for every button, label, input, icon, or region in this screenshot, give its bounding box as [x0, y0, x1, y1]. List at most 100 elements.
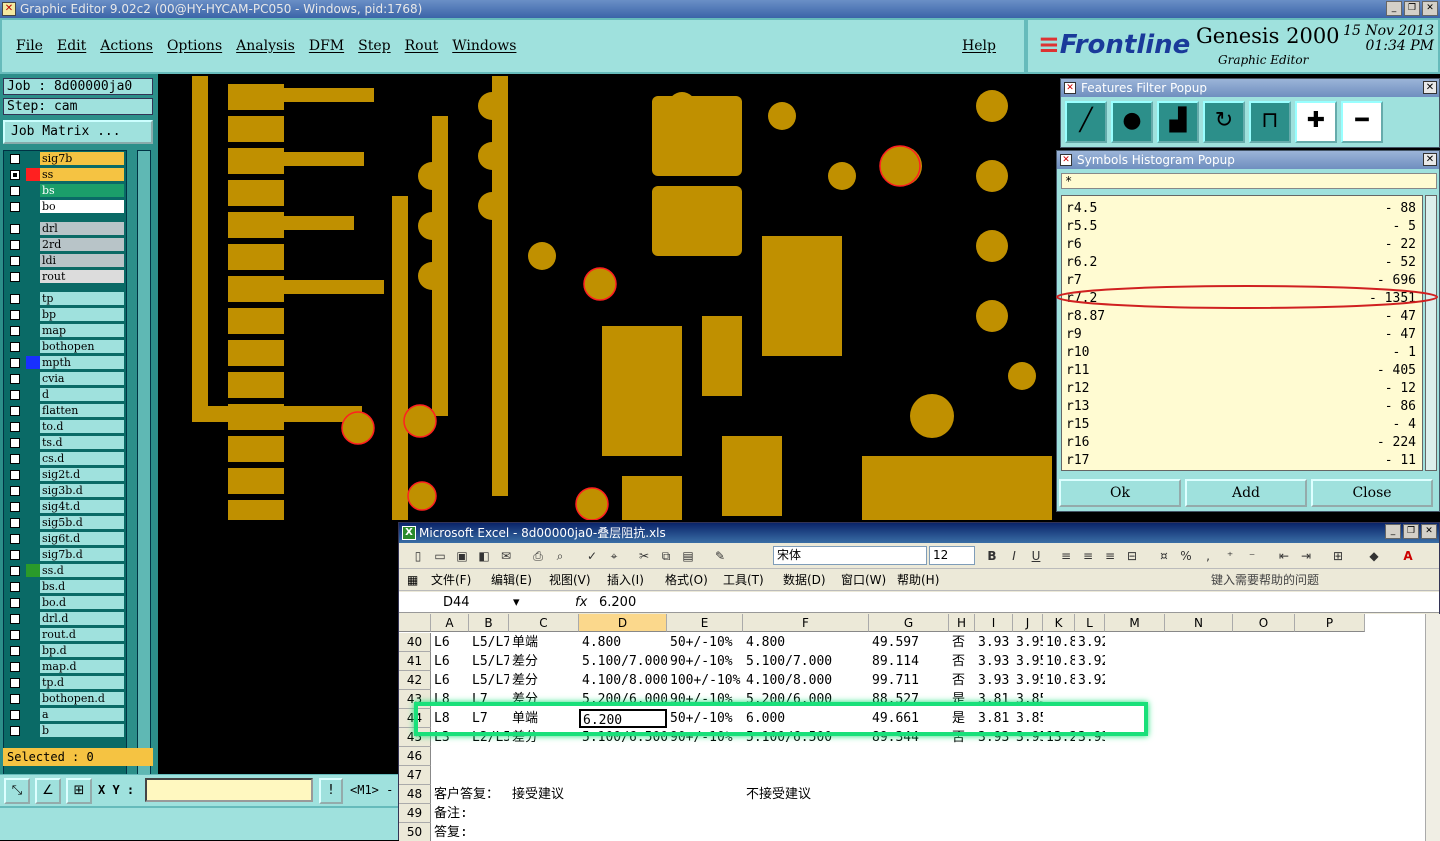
menu-windows[interactable]: Windows — [452, 38, 516, 54]
layer-checkbox[interactable] — [10, 534, 20, 544]
layer-row-bs.d[interactable]: bs.d — [4, 579, 126, 594]
layer-name[interactable]: mpth — [40, 356, 124, 369]
maximize-button[interactable]: ❐ — [1404, 1, 1420, 16]
name-box[interactable]: D44 — [443, 592, 470, 613]
layer-checkbox[interactable] — [10, 342, 20, 352]
histogram-scrollbar[interactable] — [1425, 195, 1437, 471]
column-header-C[interactable]: C — [509, 614, 579, 632]
maximize-button[interactable]: ❐ — [1403, 524, 1419, 539]
currency-icon[interactable]: ¤ — [1155, 547, 1173, 565]
layer-row-ss.d[interactable]: ss.d — [4, 563, 126, 578]
excel-menu-item[interactable]: 文件(F) — [431, 569, 471, 591]
layer-scrollbar[interactable] — [137, 150, 151, 820]
layer-name[interactable]: sig6t.d — [40, 532, 124, 545]
close-button[interactable]: ✕ — [1422, 1, 1438, 16]
layer-name[interactable]: flatten — [40, 404, 124, 417]
layer-checkbox[interactable] — [10, 486, 20, 496]
layer-checkbox[interactable] — [10, 224, 20, 234]
close-icon[interactable]: ✕ — [1423, 81, 1437, 94]
layer-row-bp[interactable]: bp — [4, 307, 126, 322]
cell[interactable]: 否 — [952, 633, 975, 652]
histogram-row[interactable]: r10 - 1 — [1066, 344, 1416, 362]
align-left-icon[interactable]: ≡ — [1057, 547, 1075, 565]
save-icon[interactable]: ▣ — [453, 547, 471, 565]
layer-row-rout[interactable]: rout — [4, 269, 126, 284]
cell[interactable]: 不接受建议 — [746, 785, 869, 804]
cell[interactable]: 100+/-10% — [670, 671, 743, 690]
layer-row-bp.d[interactable]: bp.d — [4, 643, 126, 658]
comma-icon[interactable]: , — [1199, 547, 1217, 565]
layer-row-sig4t.d[interactable]: sig4t.d — [4, 499, 126, 514]
cell[interactable]: 10.8 — [1046, 671, 1075, 690]
layer-row-sig3b.d[interactable]: sig3b.d — [4, 483, 126, 498]
layer-row-drl[interactable]: drl — [4, 221, 126, 236]
layer-checkbox[interactable] — [10, 170, 20, 180]
layer-checkbox[interactable] — [10, 598, 20, 608]
column-header-E[interactable]: E — [667, 614, 743, 632]
layer-name[interactable]: bo.d — [40, 596, 124, 609]
xy-input[interactable] — [145, 778, 313, 802]
increase-indent-icon[interactable]: ⇥ — [1297, 547, 1315, 565]
layer-checkbox[interactable] — [10, 406, 20, 416]
layer-name[interactable]: rout — [40, 270, 124, 283]
layer-row-map[interactable]: map — [4, 323, 126, 338]
column-header-A[interactable]: A — [431, 614, 469, 632]
histogram-row[interactable]: r9 - 47 — [1066, 326, 1416, 344]
cell[interactable]: 差分 — [512, 652, 579, 671]
layer-name[interactable]: bs.d — [40, 580, 124, 593]
layer-row-2rd[interactable]: 2rd — [4, 237, 126, 252]
line-filter-icon[interactable]: ╱ — [1065, 101, 1107, 143]
layer-name[interactable]: to.d — [40, 420, 124, 433]
layer-row-d[interactable]: d — [4, 387, 126, 402]
layer-checkbox[interactable] — [10, 630, 20, 640]
alert-icon[interactable]: ! — [319, 778, 343, 804]
column-header-O[interactable]: O — [1233, 614, 1295, 632]
column-header-B[interactable]: B — [469, 614, 509, 632]
cell[interactable]: L6 — [434, 671, 469, 690]
cell[interactable]: 备注: — [434, 804, 634, 823]
layer-name[interactable]: map — [40, 324, 124, 337]
layer-row-drl.d[interactable]: drl.d — [4, 611, 126, 626]
column-header-H[interactable]: H — [949, 614, 975, 632]
column-header-P[interactable]: P — [1295, 614, 1365, 632]
cell[interactable]: 4.100/8.000 — [582, 671, 667, 690]
help-question-input[interactable]: 键入需要帮助的问题 — [1211, 571, 1391, 589]
layer-row-bo.d[interactable]: bo.d — [4, 595, 126, 610]
excel-menu-item[interactable]: 数据(D) — [783, 569, 826, 591]
cell[interactable]: L6 — [434, 652, 469, 671]
font-name-select[interactable]: 宋体 — [773, 546, 927, 565]
histogram-row[interactable]: r6 - 22 — [1066, 236, 1416, 254]
print-preview-icon[interactable]: ⌕ — [551, 547, 569, 565]
layer-row-ss[interactable]: ss — [4, 167, 126, 182]
layer-name[interactable]: tp.d — [40, 676, 124, 689]
cell[interactable]: L5/L7 — [472, 652, 509, 671]
cell[interactable]: 3.93 — [978, 652, 1013, 671]
formula-input[interactable]: 6.200 — [599, 592, 636, 613]
layer-row-a[interactable]: a — [4, 707, 126, 722]
add-button[interactable]: Add — [1185, 479, 1307, 507]
cell[interactable]: 99.711 — [872, 671, 949, 690]
cell[interactable]: 3.92 — [1078, 633, 1105, 652]
excel-menu-item[interactable]: 帮助(H) — [897, 569, 939, 591]
underline-icon[interactable]: U — [1027, 547, 1045, 565]
decrease-indent-icon[interactable]: ⇤ — [1275, 547, 1293, 565]
bold-icon[interactable]: B — [983, 547, 1001, 565]
column-header-J[interactable]: J — [1013, 614, 1043, 632]
cell[interactable]: 3.95 — [1016, 633, 1043, 652]
layer-name[interactable]: bs — [40, 184, 124, 197]
cell[interactable]: 答复: — [434, 823, 634, 841]
layer-checkbox[interactable] — [10, 470, 20, 480]
job-matrix-button[interactable]: Job Matrix ... — [3, 120, 153, 144]
zoom-window-icon[interactable]: ⤡ — [4, 778, 30, 804]
histogram-row[interactable]: r6.2 - 52 — [1066, 254, 1416, 272]
row-header[interactable]: 41 — [399, 652, 431, 671]
cell[interactable]: 10.8 — [1046, 633, 1075, 652]
layer-checkbox[interactable] — [10, 502, 20, 512]
histogram-row[interactable]: r17 - 11 — [1066, 452, 1416, 470]
pad-filter-icon[interactable]: ● — [1111, 101, 1153, 143]
layer-name[interactable]: ss — [40, 168, 124, 181]
layer-name[interactable]: sig3b.d — [40, 484, 124, 497]
menu-actions[interactable]: Actions — [100, 38, 153, 54]
layer-row-cs.d[interactable]: cs.d — [4, 451, 126, 466]
layer-row-flatten[interactable]: flatten — [4, 403, 126, 418]
